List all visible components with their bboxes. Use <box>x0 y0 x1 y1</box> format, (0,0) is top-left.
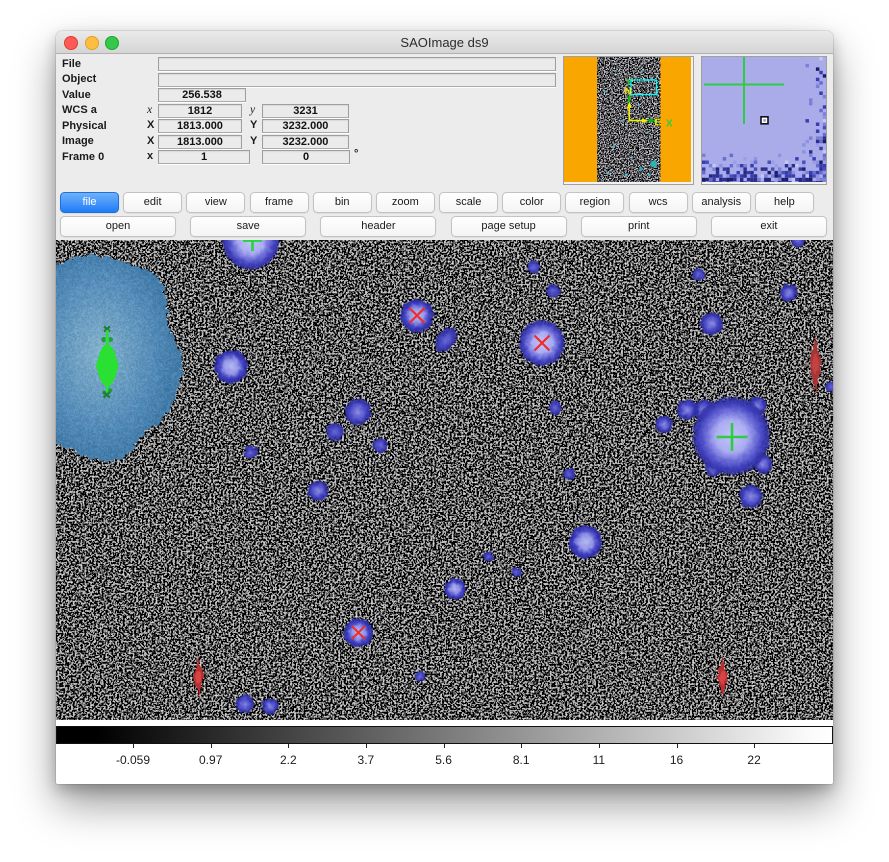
svg-text:E: E <box>655 118 662 129</box>
svg-text:N: N <box>625 87 632 98</box>
svg-text:X: X <box>666 119 673 130</box>
